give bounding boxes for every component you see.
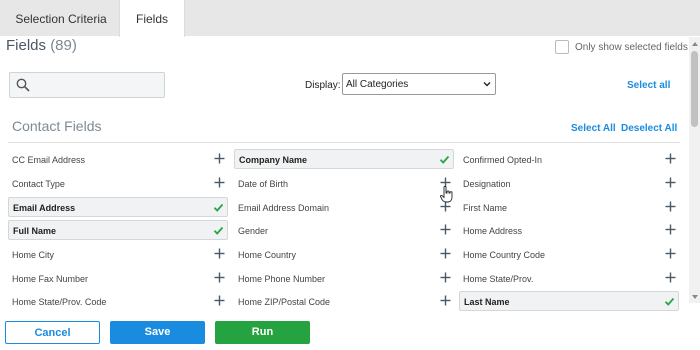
field-item[interactable]: Home Address xyxy=(459,220,679,240)
plus-icon[interactable] xyxy=(665,272,676,283)
search-input[interactable] xyxy=(9,72,165,98)
field-item-label: Designation xyxy=(463,179,511,189)
field-item-label: Home Country xyxy=(238,250,297,260)
plus-icon[interactable] xyxy=(214,272,225,283)
chevron-down-icon xyxy=(483,82,491,87)
field-item[interactable]: Home Country Code xyxy=(459,244,679,264)
section-select-all-link[interactable]: Select All xyxy=(571,123,616,134)
plus-icon[interactable] xyxy=(440,224,451,235)
tab-selection-criteria[interactable]: Selection Criteria xyxy=(0,0,122,36)
section-deselect-all-link[interactable]: Deselect All xyxy=(621,123,677,134)
only-selected-checkbox[interactable] xyxy=(555,40,569,54)
field-item[interactable]: Home City xyxy=(8,244,228,264)
field-item[interactable]: CC Email Address xyxy=(8,149,228,169)
field-item[interactable]: Home Phone Number xyxy=(234,268,454,288)
field-item[interactable]: Home Country xyxy=(234,244,454,264)
plus-icon[interactable] xyxy=(665,153,676,164)
field-item-label: Home Country Code xyxy=(463,250,546,260)
field-item[interactable]: Last Name xyxy=(459,291,679,311)
only-selected-toggle[interactable]: Only show selected fields xyxy=(555,40,688,54)
page-title: Fields (89) xyxy=(6,37,77,54)
field-item-label: Date of Birth xyxy=(238,179,289,189)
field-item[interactable]: Designation xyxy=(459,173,679,193)
field-item-label: Home City xyxy=(12,250,55,260)
field-item-label: Home Fax Number xyxy=(12,274,89,284)
field-item-label: Last Name xyxy=(464,297,510,307)
scrollbar-thumb[interactable] xyxy=(691,51,698,127)
plus-icon[interactable] xyxy=(440,295,451,306)
field-count: (89) xyxy=(50,37,77,54)
plus-icon[interactable] xyxy=(665,201,676,212)
field-item[interactable]: Email Address Domain xyxy=(234,197,454,217)
field-item-label: Full Name xyxy=(13,226,57,236)
field-item-label: Email Address xyxy=(13,203,76,213)
display-label: Display: xyxy=(305,80,341,91)
field-item[interactable]: Home State/Prov. xyxy=(459,268,679,288)
search-icon xyxy=(16,78,30,92)
field-item[interactable]: Confirmed Opted-In xyxy=(459,149,679,169)
checkmark-icon[interactable] xyxy=(213,202,224,213)
field-item-label: Email Address Domain xyxy=(238,203,330,213)
field-item-label: Company Name xyxy=(239,155,308,165)
field-item[interactable]: First Name xyxy=(459,197,679,217)
plus-icon[interactable] xyxy=(214,295,225,306)
plus-icon[interactable] xyxy=(665,248,676,259)
select-all-link[interactable]: Select all xyxy=(627,80,670,91)
field-item[interactable]: Home Fax Number xyxy=(8,268,228,288)
cancel-button[interactable]: Cancel xyxy=(5,321,100,344)
tab-fields[interactable]: Fields xyxy=(119,0,185,37)
field-item[interactable]: Gender xyxy=(234,220,454,240)
field-item-label: Home State/Prov. xyxy=(463,274,534,284)
field-item-label: Contact Type xyxy=(12,179,65,189)
checkmark-icon[interactable] xyxy=(213,225,224,236)
field-item[interactable]: Company Name xyxy=(234,149,454,169)
checkmark-icon[interactable] xyxy=(664,296,675,307)
field-item[interactable]: Home State/Prov. Code xyxy=(8,291,228,311)
scrollbar[interactable] xyxy=(689,37,700,303)
save-button[interactable]: Save xyxy=(110,321,205,344)
footer: Cancel Save Run xyxy=(0,312,700,350)
field-item[interactable]: Contact Type xyxy=(8,173,228,193)
section-divider xyxy=(8,142,680,143)
plus-icon[interactable] xyxy=(214,177,225,188)
field-item-label: Home Phone Number xyxy=(238,274,326,284)
field-item-label: Gender xyxy=(238,226,269,236)
scroll-down-icon[interactable] xyxy=(692,295,698,299)
checkmark-icon[interactable] xyxy=(439,154,450,165)
plus-icon[interactable] xyxy=(214,248,225,259)
plus-icon[interactable] xyxy=(665,177,676,188)
plus-icon[interactable] xyxy=(440,248,451,259)
plus-icon[interactable] xyxy=(665,224,676,235)
field-item[interactable]: Full Name xyxy=(8,220,228,240)
display-select[interactable]: All Categories xyxy=(342,73,496,95)
field-item-label: Home ZIP/Postal Code xyxy=(238,297,331,307)
field-item-label: Home Address xyxy=(463,226,523,236)
hand-pointer-icon xyxy=(440,186,453,203)
field-item[interactable]: Date of Birth xyxy=(234,173,454,193)
run-button[interactable]: Run xyxy=(215,321,310,344)
field-item-label: Confirmed Opted-In xyxy=(463,155,543,165)
field-item-label: First Name xyxy=(463,203,508,213)
scroll-up-icon[interactable] xyxy=(692,42,698,46)
plus-icon[interactable] xyxy=(214,153,225,164)
field-item[interactable]: Home ZIP/Postal Code xyxy=(234,291,454,311)
only-selected-label: Only show selected fields xyxy=(575,41,688,53)
tab-bar: Selection Criteria Fields xyxy=(0,0,700,37)
field-item[interactable]: Email Address xyxy=(8,197,228,217)
display-select-value: All Categories xyxy=(346,79,409,90)
field-item-label: CC Email Address xyxy=(12,155,86,165)
page-title-text: Fields xyxy=(6,37,47,54)
field-item-label: Home State/Prov. Code xyxy=(12,297,107,307)
section-title: Contact Fields xyxy=(12,118,102,134)
plus-icon[interactable] xyxy=(440,272,451,283)
